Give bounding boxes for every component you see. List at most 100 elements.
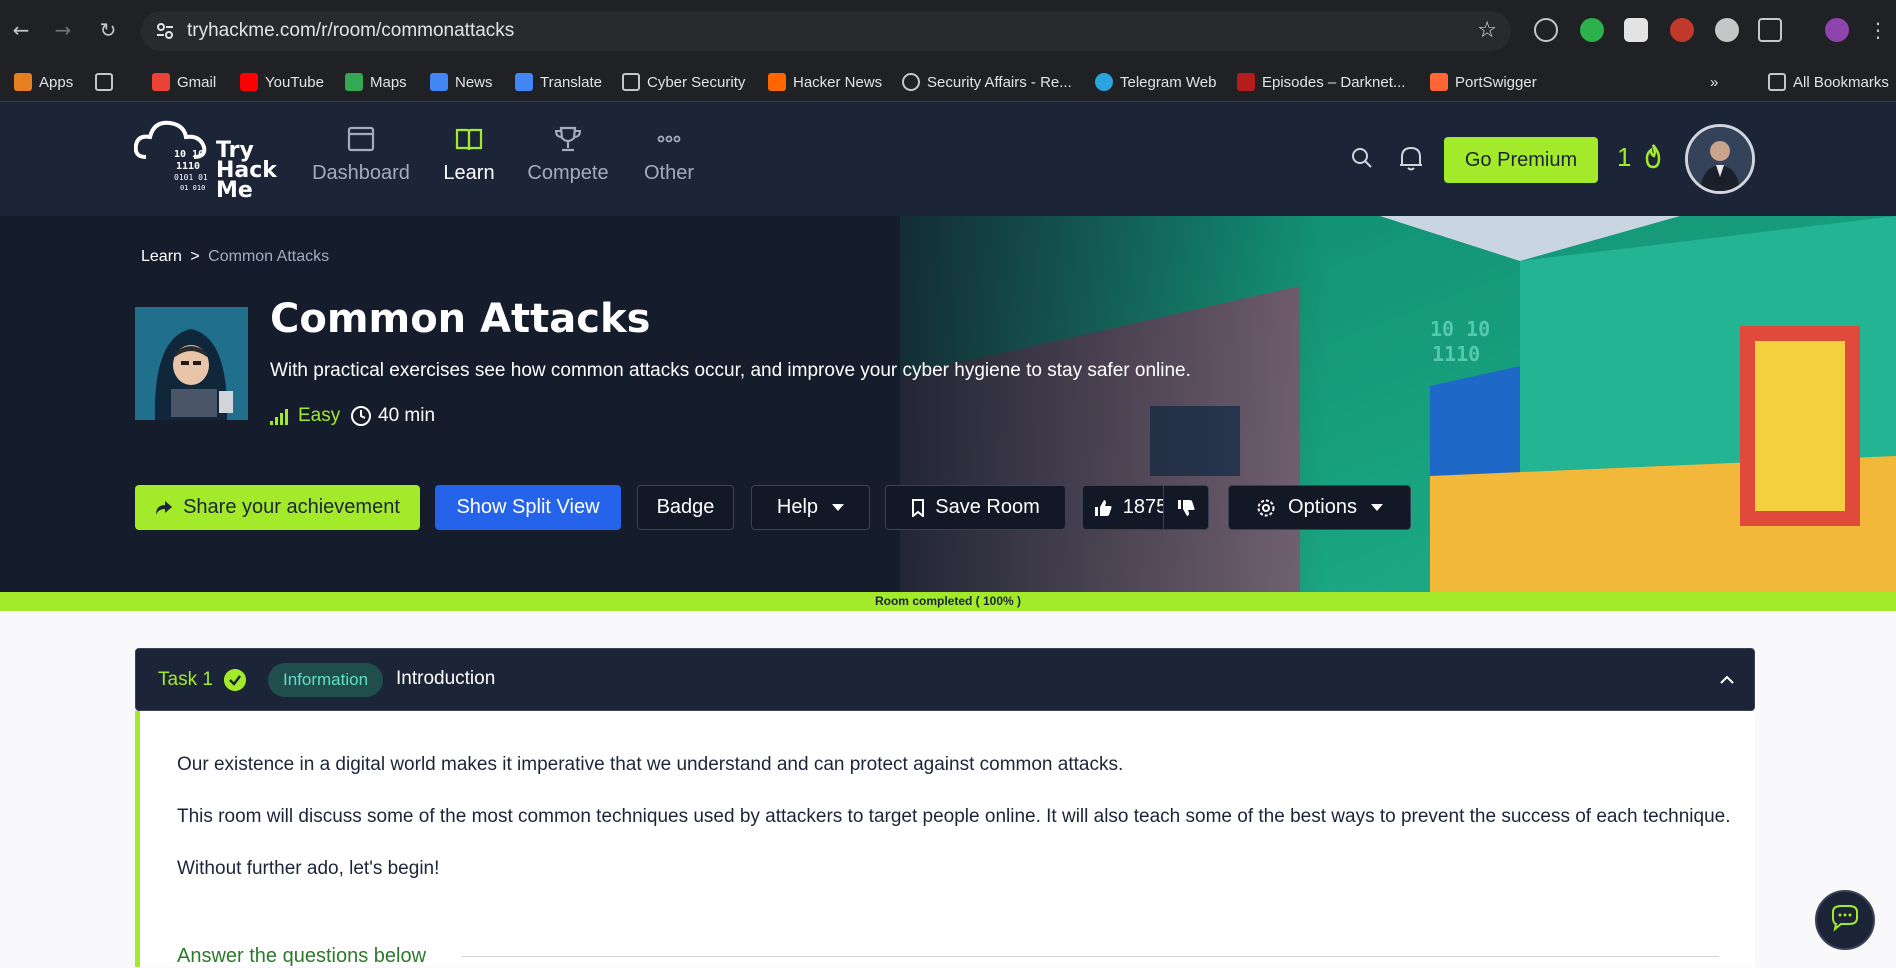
breadcrumb-separator: > <box>190 248 200 265</box>
room-hero: 10 10 1110 <box>0 216 1896 592</box>
bookmark-maps[interactable]: Maps <box>345 71 407 93</box>
bookmark-security-affairs[interactable]: Security Affairs - Re... <box>902 71 1072 93</box>
bookmark-apps[interactable]: Apps <box>14 71 73 93</box>
hooded-hacker-icon <box>135 307 248 420</box>
grid-icon <box>95 73 113 91</box>
globe-icon <box>902 73 920 91</box>
url-text[interactable]: tryhackme.com/r/room/commonattacks <box>187 20 514 42</box>
user-avatar[interactable] <box>1685 124 1755 194</box>
bookmark-label: Telegram Web <box>1120 73 1217 91</box>
bookmark-star-icon[interactable]: ☆ <box>1477 18 1497 43</box>
chevron-up-icon[interactable] <box>1718 671 1736 689</box>
dashboard-icon <box>347 126 375 152</box>
bookmark-hacker-news[interactable]: Hacker News <box>768 71 882 93</box>
questions-heading: Answer the questions below <box>177 945 427 967</box>
bookmark-gmail[interactable]: Gmail <box>152 71 216 93</box>
difficulty-indicator: Easy <box>270 405 340 427</box>
bookmark-grid[interactable] <box>95 71 120 93</box>
share-achievement-button[interactable]: Share your achievement <box>135 485 420 530</box>
streak-count: 1 <box>1617 142 1632 172</box>
portswigger-icon <box>1430 73 1448 91</box>
address-bar[interactable]: tryhackme.com/r/room/commonattacks ☆ <box>141 11 1511 51</box>
shield-extension-icon[interactable] <box>1624 18 1648 42</box>
breadcrumb-learn-link[interactable]: Learn <box>141 248 182 265</box>
bookmark-label: Episodes – Darknet... <box>1262 73 1406 91</box>
task-1-header[interactable]: Task 1 Information Introduction <box>135 648 1755 711</box>
task-paragraph: Our existence in a digital world makes i… <box>177 754 1124 775</box>
nav-other-label: Other <box>643 162 695 184</box>
back-icon[interactable]: ← <box>8 17 34 43</box>
trophy-icon <box>554 126 582 152</box>
caret-down-icon <box>832 504 845 511</box>
search-icon[interactable] <box>1350 146 1374 170</box>
nav-dashboard[interactable]: Dashboard <box>306 118 416 185</box>
darknet-icon <box>1237 73 1255 91</box>
show-split-view-button[interactable]: Show Split View <box>435 485 621 530</box>
completed-check-icon <box>224 669 246 691</box>
bookmark-icon <box>912 498 925 517</box>
book-icon <box>455 128 483 151</box>
like-count: 1875 <box>1122 496 1168 518</box>
save-room-label: Save Room <box>935 496 1040 518</box>
task-number: Task 1 <box>158 669 213 690</box>
bookmark-label: Apps <box>39 73 74 91</box>
bookmark-news[interactable]: News <box>430 71 493 93</box>
folder-icon <box>622 73 640 91</box>
gmail-icon <box>152 73 170 91</box>
bookmark-label: News <box>455 73 493 91</box>
chat-support-button[interactable] <box>1815 890 1875 950</box>
svg-text:0101 01: 0101 01 <box>174 173 208 182</box>
bookmark-label: PortSwigger <box>1455 73 1537 91</box>
n-extension-icon[interactable] <box>1580 18 1604 42</box>
flame-icon <box>1645 144 1660 169</box>
save-room-button[interactable]: Save Room <box>885 485 1066 530</box>
ad-block-extension-icon[interactable] <box>1670 18 1694 42</box>
forward-icon[interactable]: → <box>50 17 76 43</box>
browser-menu-icon[interactable]: ⋮ <box>1865 17 1891 43</box>
telegram-icon <box>1095 73 1113 91</box>
task-paragraph: Without further ado, let's begin! <box>177 858 440 879</box>
bookmark-darknet-diaries[interactable]: Episodes – Darknet... <box>1237 71 1405 93</box>
task-1-content <box>135 711 1755 967</box>
bookmark-cyber-security[interactable]: Cyber Security <box>622 71 745 93</box>
options-label: Options <box>1288 496 1357 518</box>
site-info-icon[interactable] <box>155 21 175 41</box>
split-view-label: Show Split View <box>456 496 600 518</box>
difficulty-label: Easy <box>298 405 341 426</box>
bookmark-portswigger[interactable]: PortSwigger <box>1430 71 1537 93</box>
bookmarks-bar: Apps Gmail YouTube Maps News Translate C… <box>0 62 1896 102</box>
translate-icon <box>515 73 533 91</box>
nav-other[interactable]: Other <box>614 118 724 185</box>
bookmark-youtube[interactable]: YouTube <box>240 71 324 93</box>
profile-avatar-icon[interactable] <box>1825 18 1849 42</box>
room-progress-bar: Room completed ( 100% ) <box>0 592 1896 611</box>
task-paragraph: This room will discuss some of the most … <box>177 806 1731 827</box>
nav-compete[interactable]: Compete <box>513 118 623 185</box>
reload-icon[interactable]: ↻ <box>95 17 121 43</box>
bookmark-label: Security Affairs - Re... <box>927 73 1072 91</box>
bookmark-telegram[interactable]: Telegram Web <box>1095 71 1216 93</box>
bookmark-translate[interactable]: Translate <box>515 71 602 93</box>
extensions-puzzle-icon[interactable] <box>1758 18 1782 42</box>
overflow-chevron-icon: » <box>1710 73 1719 91</box>
globe-extension-icon[interactable] <box>1534 18 1558 42</box>
bookmark-label: YouTube <box>265 73 324 91</box>
streak-counter[interactable]: 1 <box>1617 142 1665 173</box>
room-description: With practical exercises see how common … <box>270 360 1191 381</box>
badge-button[interactable]: Badge <box>637 485 734 530</box>
nav-compete-label: Compete <box>527 162 609 184</box>
bookmark-label: Gmail <box>177 73 217 91</box>
nav-learn[interactable]: Learn <box>414 118 524 185</box>
go-premium-button[interactable]: Go Premium <box>1444 137 1598 183</box>
cookie-extension-icon[interactable] <box>1715 18 1739 42</box>
dislike-button[interactable] <box>1163 485 1209 530</box>
tryhackme-logo[interactable]: 10 10 1110 0101 01 01 010 Try Hack Me <box>134 117 284 199</box>
notifications-bell-icon[interactable] <box>1398 144 1424 172</box>
task-title: Introduction <box>396 668 496 689</box>
bookmarks-overflow-button[interactable]: » <box>1710 71 1718 93</box>
all-bookmarks-button[interactable]: All Bookmarks <box>1768 71 1889 93</box>
help-dropdown-button[interactable]: Help <box>751 485 870 530</box>
questions-divider <box>462 956 1719 957</box>
thumbs-down-icon <box>1178 499 1195 516</box>
options-dropdown-button[interactable]: Options <box>1228 485 1411 530</box>
